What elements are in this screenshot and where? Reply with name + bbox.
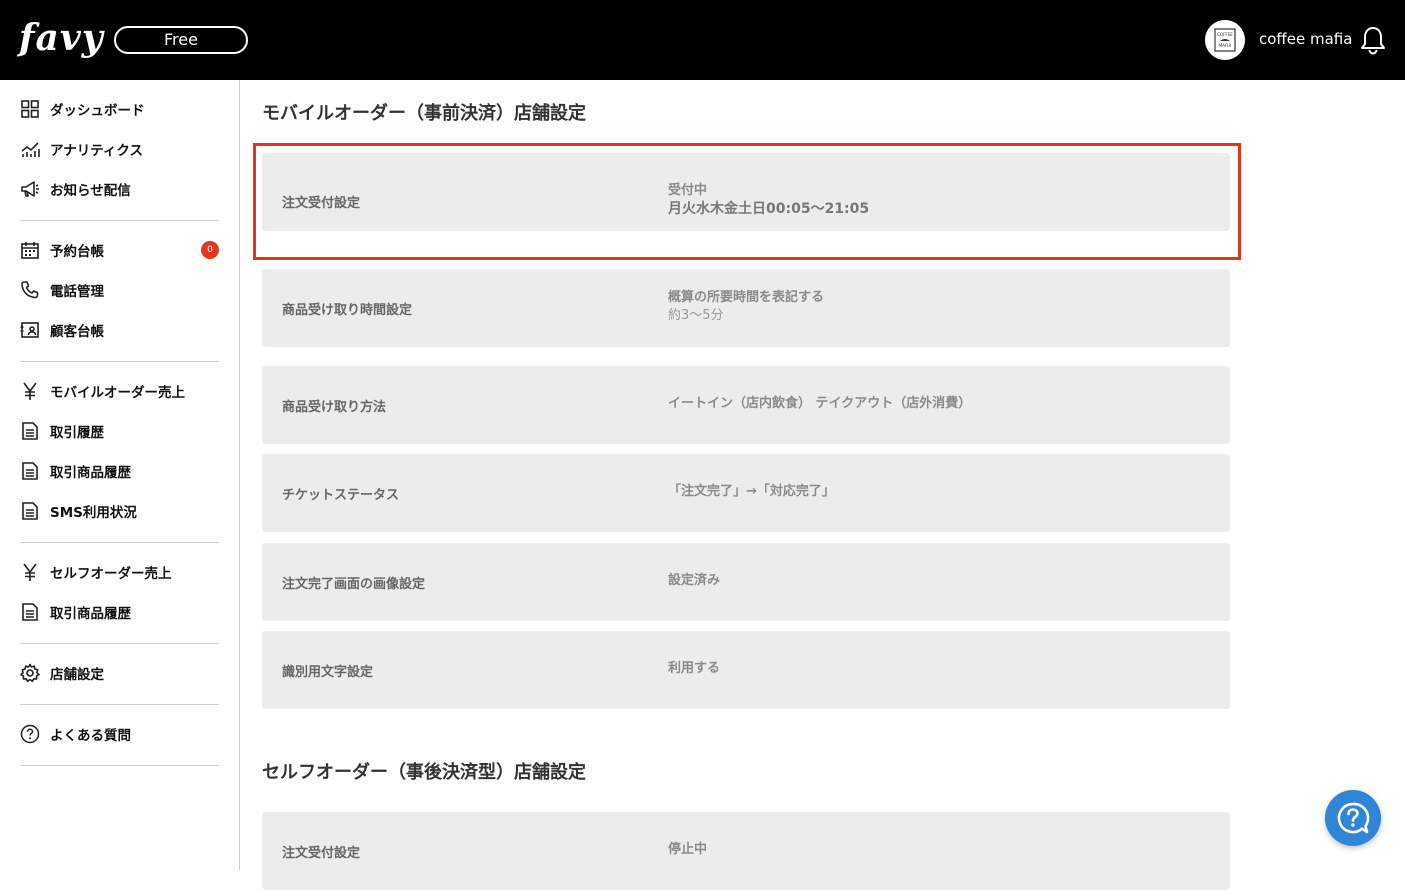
- sidebar-item-label: 取引履歴: [50, 425, 104, 441]
- contact-card-icon: [20, 320, 40, 340]
- favy-logo[interactable]: favy: [19, 18, 104, 58]
- setting-value: 「注文完了」→「対応完了」: [668, 484, 835, 499]
- sidebar-item-dashboard[interactable]: ダッシュボード: [20, 97, 220, 121]
- sidebar-item-analytics[interactable]: アナリティクス: [20, 137, 220, 161]
- question-icon: [20, 724, 40, 744]
- sidebar-item-mobile-order-sales[interactable]: モバイルオーダー売上: [20, 379, 220, 403]
- document-icon: [20, 461, 40, 481]
- sidebar-divider: [20, 765, 219, 766]
- setting-label: 識別用文字設定: [282, 665, 374, 680]
- sidebar-item-transaction-history[interactable]: 取引履歴: [20, 419, 220, 443]
- setting-value-mode: 概算の所要時間を表記する: [668, 290, 825, 305]
- setting-label: 商品受け取り時間設定: [282, 303, 413, 318]
- highlight-box: [253, 143, 1241, 260]
- sidebar-item-label: お知らせ配信: [50, 183, 131, 199]
- help-button[interactable]: [1325, 790, 1381, 846]
- sidebar: ダッシュボード アナリティクス お知らせ配信 予約台帳 0 電話管理 顧客台帳: [0, 80, 240, 870]
- sidebar-item-label: 取引商品履歴: [50, 606, 131, 622]
- mobile-order-section-title: モバイルオーダー（事前決済）店舗設定: [262, 103, 586, 124]
- setting-row-pickup-method[interactable]: 商品受け取り方法 イートイン（店内飲食） テイクアウト（店外消費）: [262, 366, 1230, 444]
- avatar-text-bottom: MAFIA: [1219, 43, 1232, 48]
- yen-icon: [20, 562, 40, 582]
- grid-icon: [20, 99, 40, 119]
- sidebar-divider: [20, 704, 219, 705]
- sidebar-item-sms-usage[interactable]: SMS利用状況: [20, 499, 220, 523]
- document-icon: [20, 421, 40, 441]
- reservation-count-badge: 0: [201, 241, 219, 259]
- document-icon: [20, 501, 40, 521]
- sidebar-item-label: モバイルオーダー売上: [50, 385, 185, 401]
- self-order-section-title: セルフオーダー（事後決済型）店舗設定: [262, 762, 586, 783]
- sidebar-item-label: 店舗設定: [50, 667, 104, 683]
- phone-icon: [20, 280, 40, 300]
- setting-row-self-order-acceptance[interactable]: 注文受付設定 停止中: [262, 812, 1230, 890]
- avatar-text-top: COFFEE: [1217, 32, 1233, 37]
- setting-value: 設定済み: [668, 573, 721, 588]
- sidebar-item-self-transaction-item-history[interactable]: 取引商品履歴: [20, 600, 220, 624]
- setting-value: 概算の所要時間を表記する 約3〜5分: [668, 289, 824, 325]
- setting-label: 注文受付設定: [282, 846, 361, 861]
- sidebar-divider: [20, 643, 219, 644]
- sidebar-item-label: セルフオーダー売上: [50, 566, 172, 582]
- sidebar-item-reservations[interactable]: 予約台帳 0: [20, 238, 220, 262]
- notification-bell-icon[interactable]: [1357, 24, 1389, 56]
- megaphone-icon: [20, 179, 40, 199]
- setting-row-completion-image[interactable]: 注文完了画面の画像設定 設定済み: [262, 543, 1230, 621]
- calendar-icon: [20, 240, 40, 260]
- sidebar-item-store-settings[interactable]: 店舗設定: [20, 661, 220, 685]
- sidebar-item-label: アナリティクス: [50, 143, 144, 159]
- setting-row-pickup-time[interactable]: 商品受け取り時間設定 概算の所要時間を表記する 約3〜5分: [262, 269, 1230, 347]
- sidebar-item-notifications[interactable]: お知らせ配信: [20, 177, 220, 201]
- setting-label: チケットステータス: [282, 488, 400, 503]
- yen-icon: [20, 381, 40, 401]
- document-icon: [20, 602, 40, 622]
- help-chat-icon: [1337, 802, 1370, 834]
- sidebar-item-label: ダッシュボード: [50, 103, 145, 119]
- sidebar-item-self-order-sales[interactable]: セルフオーダー売上: [20, 560, 220, 584]
- sidebar-item-label: よくある質問: [50, 728, 131, 744]
- chart-icon: [20, 139, 40, 159]
- sidebar-item-transaction-item-history[interactable]: 取引商品履歴: [20, 459, 220, 483]
- top-bar: favy Free COFFEE MAFIA coffee mafia: [0, 0, 1405, 80]
- setting-label: 注文完了画面の画像設定: [282, 577, 426, 592]
- sidebar-item-label: 顧客台帳: [50, 324, 104, 340]
- sidebar-divider: [20, 361, 219, 362]
- setting-value: イートイン（店内飲食） テイクアウト（店外消費）: [668, 396, 972, 411]
- sidebar-item-faq[interactable]: よくある質問: [20, 722, 220, 746]
- sidebar-item-label: 取引商品履歴: [50, 465, 131, 481]
- sidebar-item-phone[interactable]: 電話管理: [20, 278, 220, 302]
- setting-value-duration: 約3〜5分: [668, 308, 724, 323]
- sidebar-item-label: SMS利用状況: [50, 505, 137, 521]
- setting-row-ticket-status[interactable]: チケットステータス 「注文完了」→「対応完了」: [262, 454, 1230, 532]
- sidebar-divider: [20, 220, 219, 221]
- user-avatar[interactable]: COFFEE MAFIA: [1205, 20, 1245, 60]
- sidebar-item-label: 電話管理: [50, 284, 104, 300]
- gear-icon: [20, 663, 40, 683]
- sidebar-divider: [20, 542, 219, 543]
- plan-badge[interactable]: Free: [114, 26, 248, 54]
- sidebar-item-customers[interactable]: 顧客台帳: [20, 318, 220, 342]
- sidebar-item-label: 予約台帳: [50, 244, 104, 260]
- setting-row-identifier-text[interactable]: 識別用文字設定 利用する: [262, 631, 1230, 709]
- setting-value: 停止中: [668, 842, 708, 857]
- setting-value: 利用する: [668, 661, 721, 676]
- setting-label: 商品受け取り方法: [282, 400, 387, 415]
- user-name[interactable]: coffee mafia: [1259, 30, 1352, 48]
